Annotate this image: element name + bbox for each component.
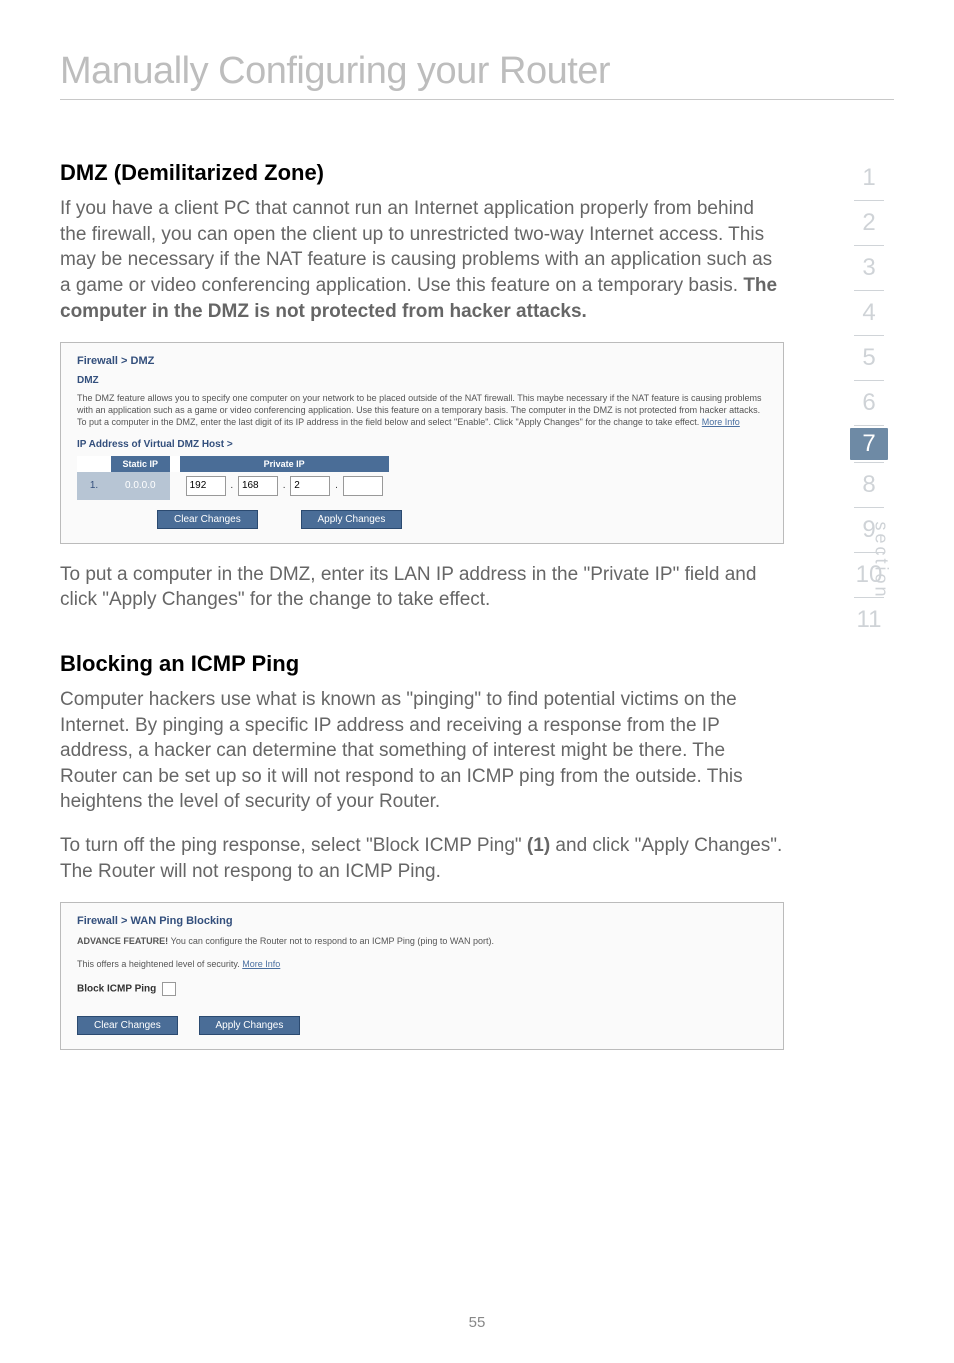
section-nav-3[interactable]: 3 <box>842 248 896 288</box>
section-nav-8[interactable]: 8 <box>842 465 896 505</box>
dmz-panel: Firewall > DMZ DMZ The DMZ feature allow… <box>60 342 784 543</box>
nav-divider <box>854 462 884 463</box>
block-icmp-row: Block ICMP Ping <box>77 982 767 996</box>
icmp-line1-rest: You can configure the Router not to resp… <box>171 936 494 946</box>
more-info-link[interactable]: More Info <box>242 959 280 969</box>
block-icmp-label: Block ICMP Ping <box>77 983 156 994</box>
section-nav-5[interactable]: 5 <box>842 338 896 378</box>
nav-divider <box>854 335 884 336</box>
nav-divider <box>854 245 884 246</box>
icmp-panel: Firewall > WAN Ping Blocking ADVANCE FEA… <box>60 902 784 1049</box>
dmz-heading: DMZ (Demilitarized Zone) <box>60 160 784 186</box>
row-index: 1. <box>77 472 111 500</box>
icmp-para1: Computer hackers use what is known as "p… <box>60 687 784 815</box>
icmp-para2: To turn off the ping response, select "B… <box>60 833 784 884</box>
table-header-row: Static IP Private IP <box>77 456 389 472</box>
ip-octet-4[interactable] <box>343 476 383 496</box>
private-ip-cell: . . . <box>180 472 389 500</box>
clear-changes-button[interactable]: Clear Changes <box>77 1016 178 1035</box>
static-ip-cell: 0.0.0.0 <box>111 472 170 500</box>
dmz-table: Static IP Private IP 1. 0.0.0.0 . . . <box>77 456 389 500</box>
dmz-intro: If you have a client PC that cannot run … <box>60 196 784 324</box>
section-nav-6[interactable]: 6 <box>842 383 896 423</box>
page-title: Manually Configuring your Router <box>60 50 894 93</box>
dmz-panel-subtitle: DMZ <box>77 375 767 386</box>
ip-octet-3[interactable] <box>290 476 330 496</box>
section-nav-7[interactable]: 7 <box>850 428 888 460</box>
nav-divider <box>854 290 884 291</box>
section-nav-11[interactable]: 11 <box>842 600 896 640</box>
dmz-panel-breadcrumb: Firewall > DMZ <box>77 355 767 367</box>
dmz-intro-text: If you have a client PC that cannot run … <box>60 198 772 296</box>
nav-divider <box>854 507 884 508</box>
icmp-panel-breadcrumb: Firewall > WAN Ping Blocking <box>77 915 767 927</box>
table-row: 1. 0.0.0.0 . . . <box>77 472 389 500</box>
nav-divider <box>854 200 884 201</box>
icmp-heading: Blocking an ICMP Ping <box>60 651 784 677</box>
icmp-panel-line1: ADVANCE FEATURE! You can configure the R… <box>77 935 767 947</box>
icmp-para2-a: To turn off the ping response, select "B… <box>60 835 527 856</box>
section-nav-2[interactable]: 2 <box>842 203 896 243</box>
ip-dot: . <box>335 480 338 491</box>
dmz-host-label: IP Address of Virtual DMZ Host > <box>77 439 767 450</box>
section-nav-1[interactable]: 1 <box>842 158 896 198</box>
ip-octet-2[interactable] <box>238 476 278 496</box>
clear-changes-button[interactable]: Clear Changes <box>157 510 258 529</box>
ip-dot: . <box>230 480 233 491</box>
nav-divider <box>854 380 884 381</box>
nav-divider <box>854 425 884 426</box>
advance-feature-label: ADVANCE FEATURE! <box>77 936 171 946</box>
icmp-ref: (1) <box>527 835 550 856</box>
ip-dot: . <box>283 480 286 491</box>
icmp-line2-a: This offers a heightened level of securi… <box>77 959 242 969</box>
th-private-ip: Private IP <box>180 456 389 472</box>
dmz-followup: To put a computer in the DMZ, enter its … <box>60 562 784 613</box>
block-icmp-checkbox[interactable] <box>162 982 176 996</box>
icmp-panel-line2: This offers a heightened level of securi… <box>77 958 767 970</box>
dmz-panel-desc-text: The DMZ feature allows you to specify on… <box>77 393 762 427</box>
title-rule <box>60 99 894 100</box>
section-nav-4[interactable]: 4 <box>842 293 896 333</box>
page-number: 55 <box>0 1314 954 1331</box>
ip-octet-1[interactable] <box>186 476 226 496</box>
th-static-ip: Static IP <box>111 456 170 472</box>
table-header-gap <box>170 456 180 472</box>
table-header-blank <box>77 456 111 472</box>
apply-changes-button[interactable]: Apply Changes <box>301 510 403 529</box>
dmz-panel-desc: The DMZ feature allows you to specify on… <box>77 392 767 428</box>
more-info-link[interactable]: More Info <box>702 417 740 427</box>
section-label: section <box>870 521 891 599</box>
section-nav: 1 2 3 4 5 6 7 8 9 10 11 section <box>842 158 896 640</box>
apply-changes-button[interactable]: Apply Changes <box>199 1016 301 1035</box>
